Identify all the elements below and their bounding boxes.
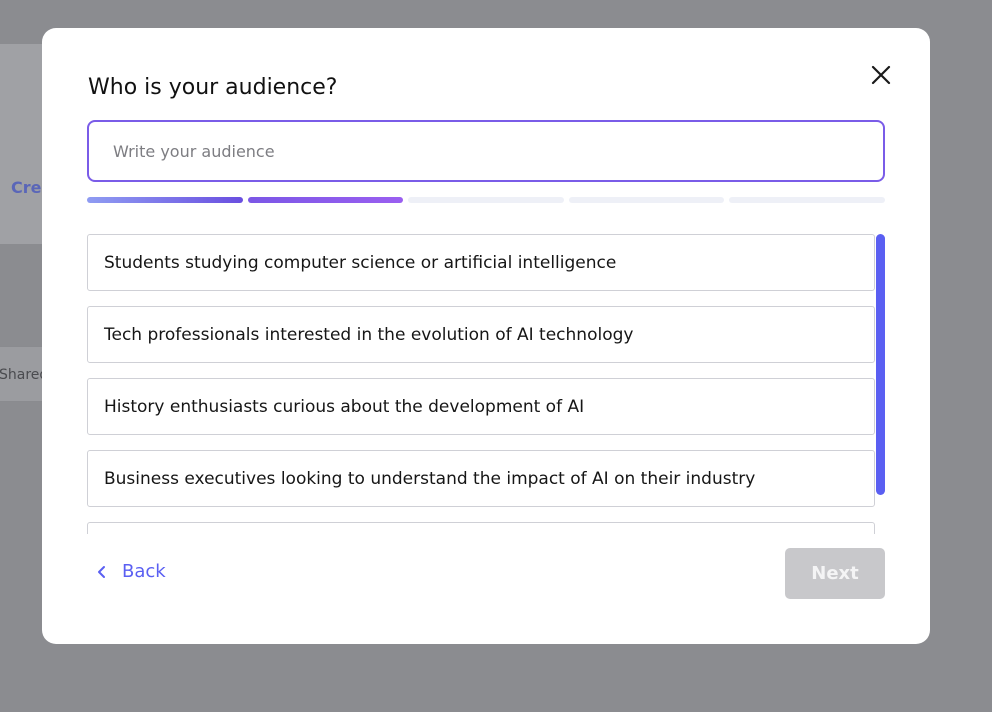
audience-modal: Who is your audience? Students studying … [42, 28, 930, 644]
back-button[interactable]: Back [96, 561, 166, 582]
progress-step-4 [568, 197, 725, 203]
audience-option[interactable]: History enthusiasts curious about the de… [87, 378, 875, 435]
background-create-text: Cre [11, 178, 42, 197]
modal-title: Who is your audience? [88, 75, 338, 100]
list-scrollbar[interactable] [876, 234, 885, 495]
audience-input[interactable] [89, 122, 883, 180]
close-icon [871, 65, 891, 85]
progress-step-2 [247, 197, 404, 203]
progress-step-5 [729, 197, 885, 203]
close-button[interactable] [868, 62, 894, 88]
progress-step-3 [408, 197, 564, 203]
audience-option[interactable]: Students studying computer science or ar… [87, 234, 875, 291]
audience-option[interactable] [87, 522, 875, 534]
audience-input-wrapper [87, 120, 885, 182]
audience-option[interactable]: Tech professionals interested in the evo… [87, 306, 875, 363]
step-progress [87, 197, 885, 205]
next-button[interactable]: Next [785, 548, 885, 599]
progress-step-1 [87, 197, 243, 203]
audience-options-list: Students studying computer science or ar… [87, 234, 897, 534]
back-label: Back [122, 561, 166, 582]
chevron-left-icon [98, 565, 105, 578]
audience-option[interactable]: Business executives looking to understan… [87, 450, 875, 507]
